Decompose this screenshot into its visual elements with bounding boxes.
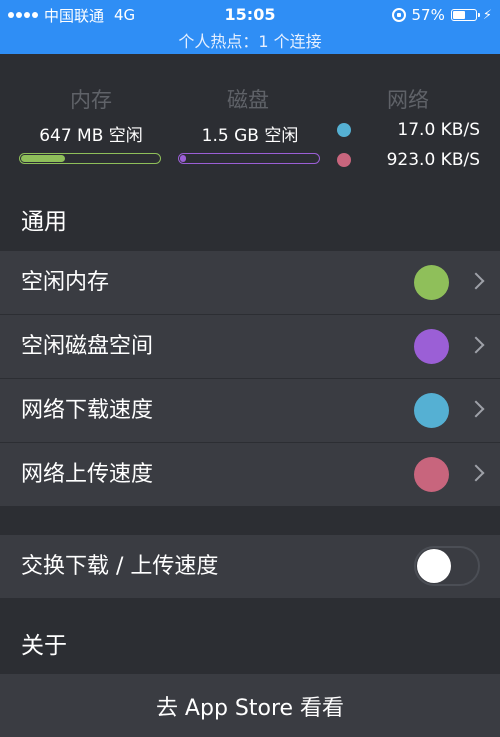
app-store-link[interactable]: 去 App Store 看看	[0, 690, 500, 722]
color-swatch[interactable]	[414, 265, 449, 300]
general-section-header: 通用	[0, 184, 500, 250]
swap-speed-toggle[interactable]	[414, 546, 480, 586]
status-bar: 中国联通 4G 15:05 57% ⚡ 个人热点：1 个连接	[0, 0, 500, 54]
memory-usage-fill	[21, 155, 66, 162]
app-store-row[interactable]: 去 App Store 看看	[0, 674, 500, 737]
download-speed-value: 17.0 KB/S	[397, 120, 480, 140]
chevron-right-icon	[467, 400, 485, 418]
memory-title: 内存	[70, 88, 112, 112]
memory-usage-bar	[19, 153, 161, 164]
battery-level	[452, 11, 466, 19]
color-swatch[interactable]	[414, 393, 449, 428]
setting-row-upload-speed[interactable]: 网络上传速度	[0, 443, 500, 506]
status-right: 57% ⚡	[391, 4, 492, 26]
color-swatch[interactable]	[414, 329, 449, 364]
disk-usage-fill	[180, 155, 186, 162]
toggle-knob	[417, 549, 451, 583]
status-row: 中国联通 4G 15:05 57% ⚡	[0, 4, 500, 26]
chevron-right-icon	[467, 464, 485, 482]
upload-dot-icon	[337, 153, 351, 167]
about-header-label: 关于	[21, 633, 67, 659]
color-swatch[interactable]	[414, 457, 449, 492]
memory-free-value: 647 MB 空闲	[39, 126, 143, 146]
hotspot-banner[interactable]: 个人热点：1 个连接	[0, 28, 500, 52]
row-label: 网络上传速度	[21, 462, 154, 487]
row-label: 网络下载速度	[21, 398, 154, 423]
charging-bolt-icon: ⚡	[482, 7, 492, 23]
battery-percent: 57%	[411, 6, 445, 24]
row-label: 空闲内存	[21, 270, 110, 295]
battery-icon	[450, 9, 480, 21]
disk-usage-bar	[178, 153, 320, 164]
disk-title: 磁盘	[227, 88, 269, 112]
setting-row-free-disk[interactable]: 空闲磁盘空间	[0, 315, 500, 378]
setting-row-download-speed[interactable]: 网络下载速度	[0, 379, 500, 442]
setting-row-free-memory[interactable]: 空闲内存	[0, 251, 500, 314]
general-header-label: 通用	[21, 209, 67, 235]
upload-speed-value: 923.0 KB/S	[386, 150, 480, 170]
download-dot-icon	[337, 123, 351, 137]
chevron-right-icon	[467, 272, 485, 290]
network-title: 网络	[387, 88, 429, 112]
chevron-right-icon	[467, 336, 485, 354]
row-label: 空闲磁盘空间	[21, 334, 154, 359]
swap-speed-label: 交换下载 / 上传速度	[21, 554, 219, 579]
orientation-lock-icon	[391, 8, 406, 22]
stats-panel: 内存 磁盘 网络 647 MB 空闲 1.5 GB 空闲 17.0 KB/S 9…	[0, 54, 500, 184]
swap-speed-row[interactable]: 交换下载 / 上传速度	[0, 535, 500, 598]
about-section-header: 关于	[0, 598, 500, 674]
disk-free-value: 1.5 GB 空闲	[201, 126, 299, 146]
